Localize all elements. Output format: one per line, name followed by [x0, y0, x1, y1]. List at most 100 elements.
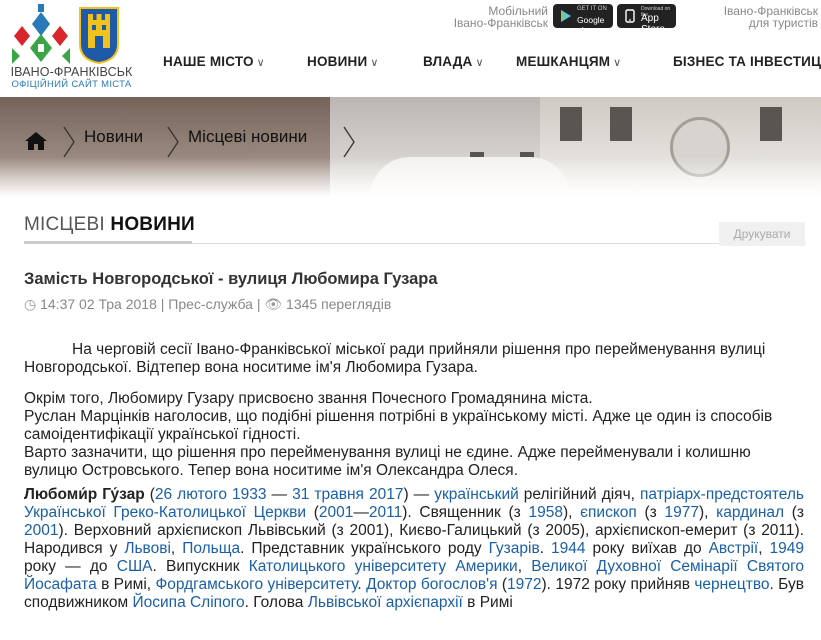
- bio-text: ,: [758, 540, 770, 557]
- google-play-label: Google play: [577, 15, 605, 35]
- bio-link[interactable]: 1977: [664, 504, 698, 521]
- logo-title[interactable]: ІВАНО-ФРАНКІВСЬК: [4, 65, 139, 79]
- nav-label: БІЗНЕС ТА ІНВЕСТИЦ: [673, 54, 821, 69]
- chevron-down-icon: ∨: [613, 57, 622, 69]
- print-button[interactable]: Друкувати: [719, 222, 805, 246]
- breadcrumb-local-news[interactable]: Місцеві новини: [188, 127, 307, 147]
- bio-text: релігійний діяч,: [518, 486, 641, 503]
- logo-subtitle[interactable]: ОФІЦІЙНИЙ САЙТ МІСТА: [4, 79, 139, 90]
- site-header: ІВАНО-ФРАНКІВСЬК ОФІЦІЙНИЙ САЙТ МІСТА Мо…: [0, 0, 821, 97]
- article-paragraph-group: Окрім того, Любомиру Гузару присвоєно зв…: [24, 390, 804, 480]
- bio-link[interactable]: 2001: [319, 504, 353, 521]
- chevron-down-icon: ∨: [475, 57, 484, 69]
- google-play-button[interactable]: GET IT ON Google play: [553, 4, 613, 35]
- bio-link[interactable]: 26 лютого: [155, 486, 227, 503]
- eye-icon: 👁: [264, 296, 283, 312]
- bio-link[interactable]: Йосипа Сліпого: [133, 594, 245, 611]
- bio-text: року — до: [24, 558, 117, 575]
- bio-link[interactable]: 31 травня: [292, 486, 364, 503]
- section-divider-accent: [24, 241, 192, 244]
- bio-text: ,: [517, 558, 532, 575]
- bio-link[interactable]: Гузарів: [489, 540, 540, 557]
- breadcrumb-separator-icon: [63, 126, 75, 158]
- nav-label: НАШЕ МІСТО: [163, 54, 254, 69]
- nav-item-our-city[interactable]: НАШЕ МІСТО ∨: [163, 54, 265, 69]
- article-author: Прес-служба: [168, 296, 253, 312]
- bio-text: року виїхав до: [585, 540, 709, 557]
- nav-label: ВЛАДА: [423, 54, 473, 69]
- bio-text: . Випускник: [152, 558, 249, 575]
- bio-link[interactable]: Доктор богослов'я: [366, 576, 497, 593]
- bio-link[interactable]: 1972: [507, 576, 541, 593]
- coat-of-arms-icon[interactable]: [78, 4, 120, 64]
- breadcrumb-news[interactable]: Новини: [84, 127, 143, 147]
- hero-window: [560, 107, 582, 141]
- bio-link[interactable]: США: [117, 558, 153, 575]
- article-time: 14:37 02 Тра 2018: [40, 296, 157, 312]
- nav-item-residents[interactable]: МЕШКАНЦЯМ ∨: [516, 54, 621, 69]
- clock-icon: ◷: [24, 296, 37, 312]
- bio-link[interactable]: Католицького університету Америки: [249, 558, 518, 575]
- bio-link[interactable]: 2017: [369, 486, 403, 503]
- article-paragraph: Окрім того, Любомиру Гузару присвоєно зв…: [24, 390, 593, 407]
- article-title: Замість Новгородської - вулиця Любомира …: [24, 270, 438, 288]
- article-paragraph: На черговій сесії Івано-Франківської міс…: [24, 341, 766, 376]
- article-paragraph: Варто зазначити, що рішення про переймен…: [24, 444, 751, 479]
- hero-window: [610, 107, 632, 141]
- bio-link[interactable]: 1933: [232, 486, 266, 503]
- bio-link[interactable]: Фордгамського університету: [155, 576, 357, 593]
- article-meta: ◷ 14:37 02 Тра 2018 | Прес-служба | 👁 13…: [24, 296, 391, 313]
- bio-text: ),: [562, 504, 581, 521]
- hero-window: [760, 107, 782, 141]
- apple-icon: [625, 9, 635, 23]
- bio-text: (: [144, 486, 155, 503]
- bio-link[interactable]: кардинал: [716, 504, 784, 521]
- bio-text: ) —: [403, 486, 435, 503]
- google-play-icon: [561, 10, 571, 22]
- bio-text: ,: [170, 540, 183, 557]
- bio-link[interactable]: 1944: [551, 540, 585, 557]
- section-title: МІСЦЕВІ НОВИНИ: [24, 214, 195, 236]
- bio-text: в Римі: [462, 594, 513, 611]
- chevron-down-icon: ∨: [370, 57, 379, 69]
- hero-fade: [0, 157, 821, 197]
- tourist-label-line2: для туристів: [748, 16, 818, 30]
- nav-item-business[interactable]: БІЗНЕС ТА ІНВЕСТИЦ: [673, 54, 821, 69]
- bio-text: (: [497, 576, 508, 593]
- bio-text: . Голова: [244, 594, 308, 611]
- bio-link[interactable]: 1949: [770, 540, 804, 557]
- section-title-light: МІСЦЕВІ: [24, 214, 105, 235]
- biography-paragraph: Любоми́р Гу́зар (26 лютого 1933 — 31 тра…: [24, 486, 804, 612]
- bio-text: ). 1972 року прийняв: [541, 576, 695, 593]
- bio-link[interactable]: єпископ: [580, 504, 637, 521]
- bio-text: .: [357, 576, 367, 593]
- bio-link[interactable]: 2001: [24, 522, 58, 539]
- bio-link[interactable]: 1958: [528, 504, 562, 521]
- bio-link[interactable]: Львівської архієпархії: [308, 594, 463, 611]
- bio-link[interactable]: Польща: [182, 540, 240, 557]
- app-store-button[interactable]: Download on the App Store: [617, 4, 676, 35]
- bio-link[interactable]: чернецтво: [694, 576, 769, 593]
- hero-banner: Новини Місцеві новини: [0, 97, 821, 197]
- bio-link[interactable]: 2011: [369, 504, 402, 521]
- bio-link[interactable]: український: [434, 486, 519, 503]
- breadcrumb-separator-icon: [167, 126, 179, 158]
- app-store-label: App Store: [641, 13, 665, 35]
- mobile-app-link[interactable]: Мобільний Івано-Франківськ: [420, 5, 548, 29]
- home-icon[interactable]: [24, 131, 48, 151]
- mobile-label-line2: Івано-Франківськ: [453, 16, 548, 30]
- tourist-site-link[interactable]: Івано-Франківськ для туристів: [690, 5, 818, 29]
- bio-name: Любоми́р Гу́зар: [24, 486, 145, 503]
- nav-label: НОВИНИ: [307, 54, 368, 69]
- nav-item-government[interactable]: ВЛАДА ∨: [423, 54, 484, 69]
- bio-text: —: [266, 486, 293, 503]
- nav-item-news[interactable]: НОВИНИ ∨: [307, 54, 379, 69]
- article-paragraph: Руслан Марцінків наголосив, що подібні р…: [24, 408, 773, 443]
- section-title-bold: НОВИНИ: [110, 214, 195, 235]
- bio-link[interactable]: Австрії: [709, 540, 759, 557]
- google-play-top: GET IT ON: [577, 6, 607, 12]
- city-emblem-icon[interactable]: [8, 4, 74, 64]
- bio-link[interactable]: Львові: [124, 540, 171, 557]
- bio-text: . Представник українського роду: [240, 540, 489, 557]
- article-views: 1345 переглядів: [286, 296, 392, 312]
